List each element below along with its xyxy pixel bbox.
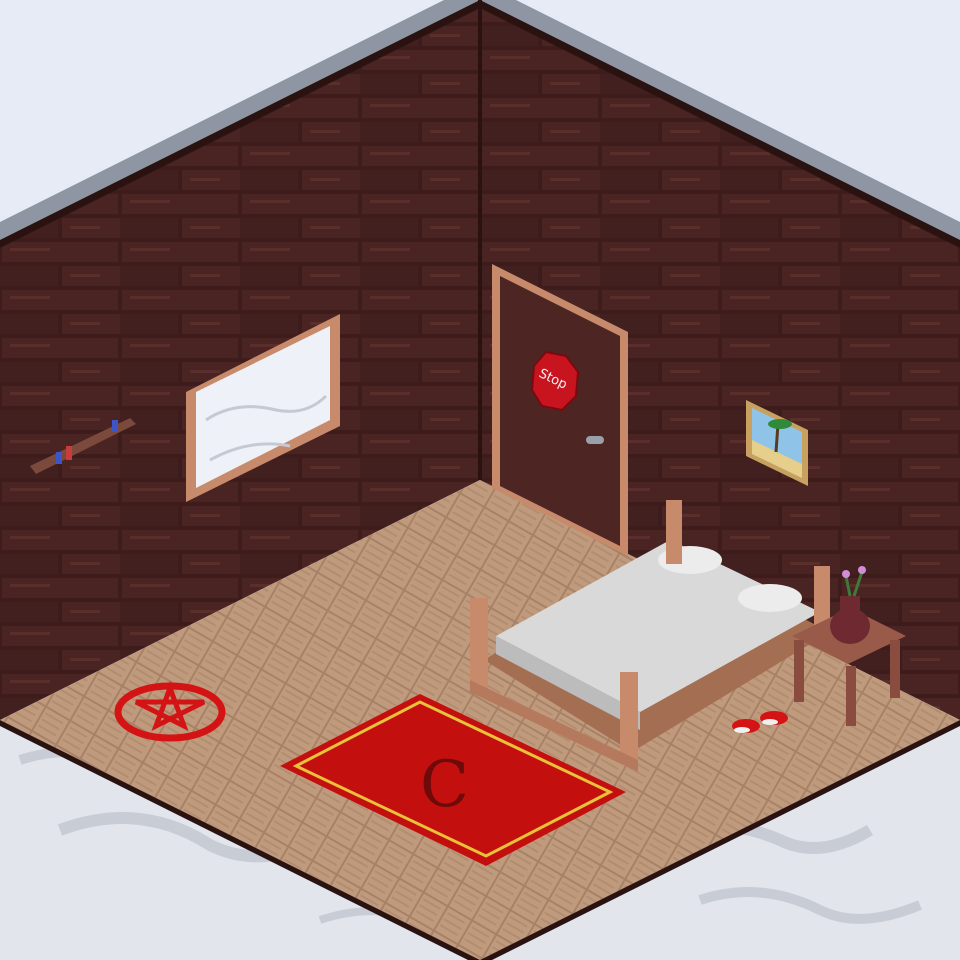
door-handle[interactable] — [586, 436, 604, 444]
potion-bottle[interactable] — [112, 420, 118, 432]
pillow[interactable] — [738, 584, 802, 612]
potion-bottle[interactable] — [56, 452, 62, 464]
rug-letter: C — [420, 748, 469, 822]
potion-bottle[interactable] — [66, 446, 72, 460]
isometric-room-scene: Stop C — [0, 0, 960, 960]
